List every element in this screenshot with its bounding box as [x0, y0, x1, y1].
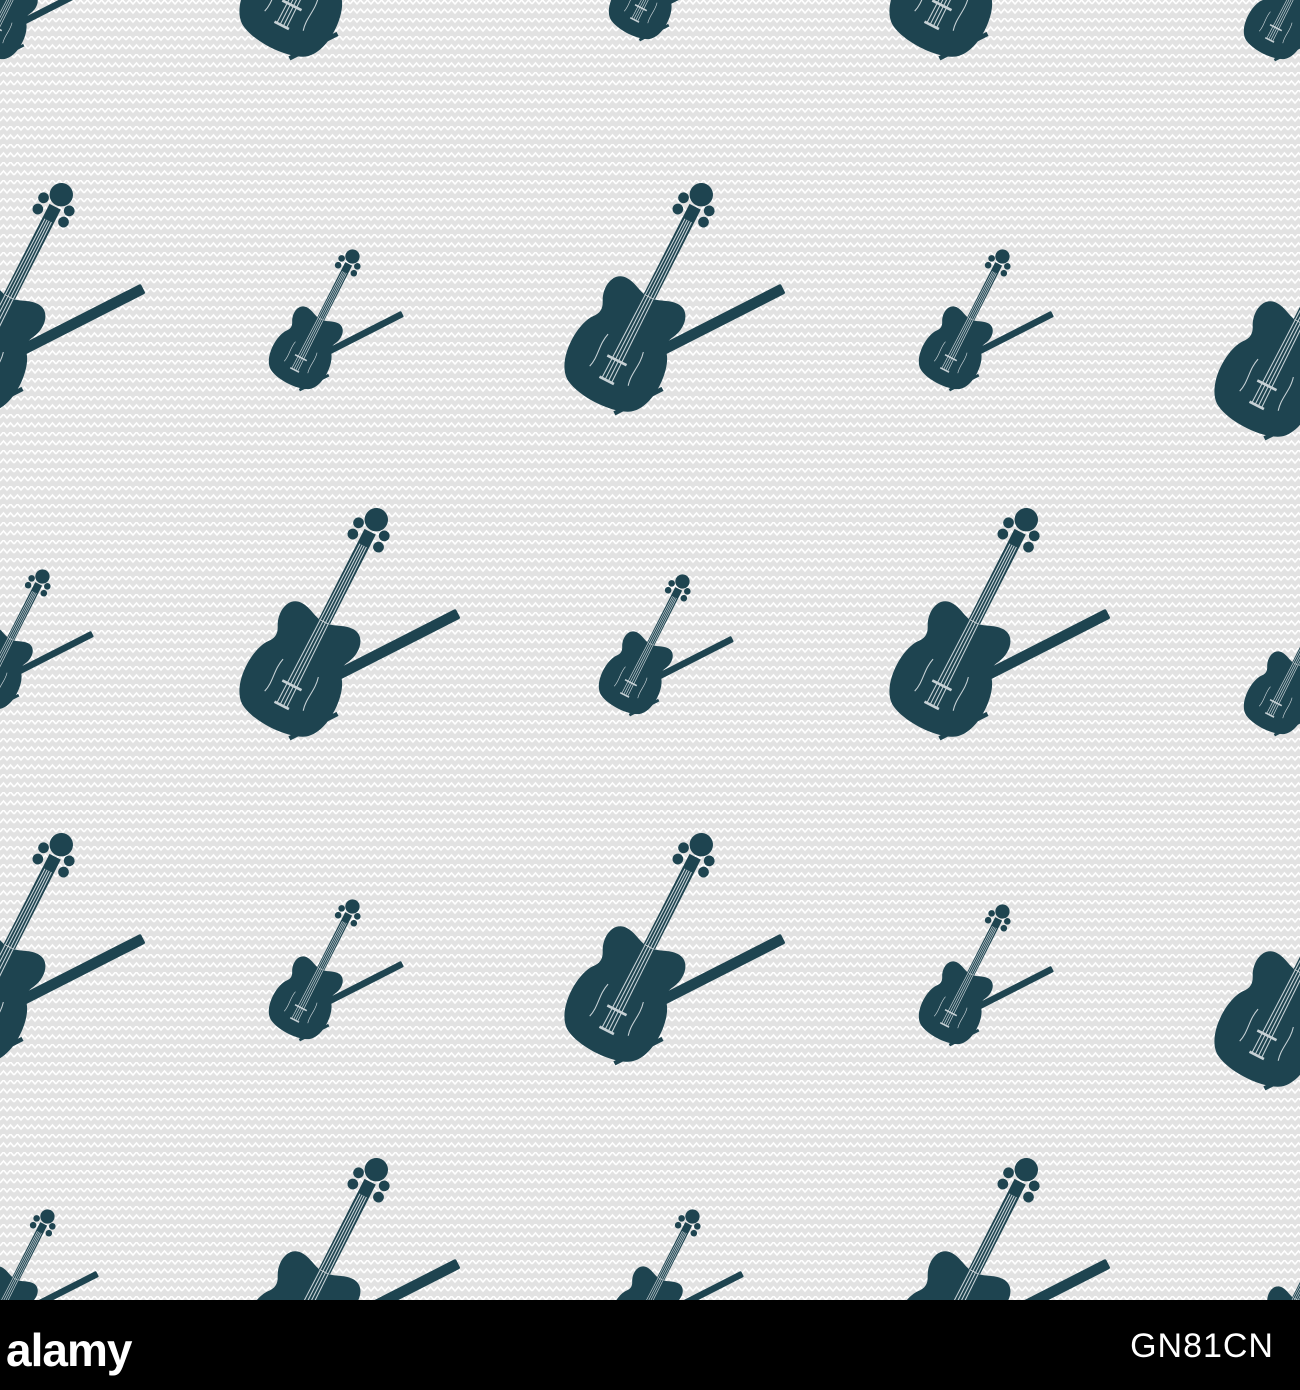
svg-text:alamy: alamy — [6, 1324, 133, 1376]
image-code: GN81CN — [1130, 1327, 1274, 1365]
watermark-bar: alamy GN81CN — [0, 1300, 1300, 1390]
seamless-violin-pattern — [0, 0, 1300, 1300]
stock-image: alamy GN81CN — [0, 0, 1300, 1390]
alamy-logo: alamy — [6, 1324, 134, 1376]
